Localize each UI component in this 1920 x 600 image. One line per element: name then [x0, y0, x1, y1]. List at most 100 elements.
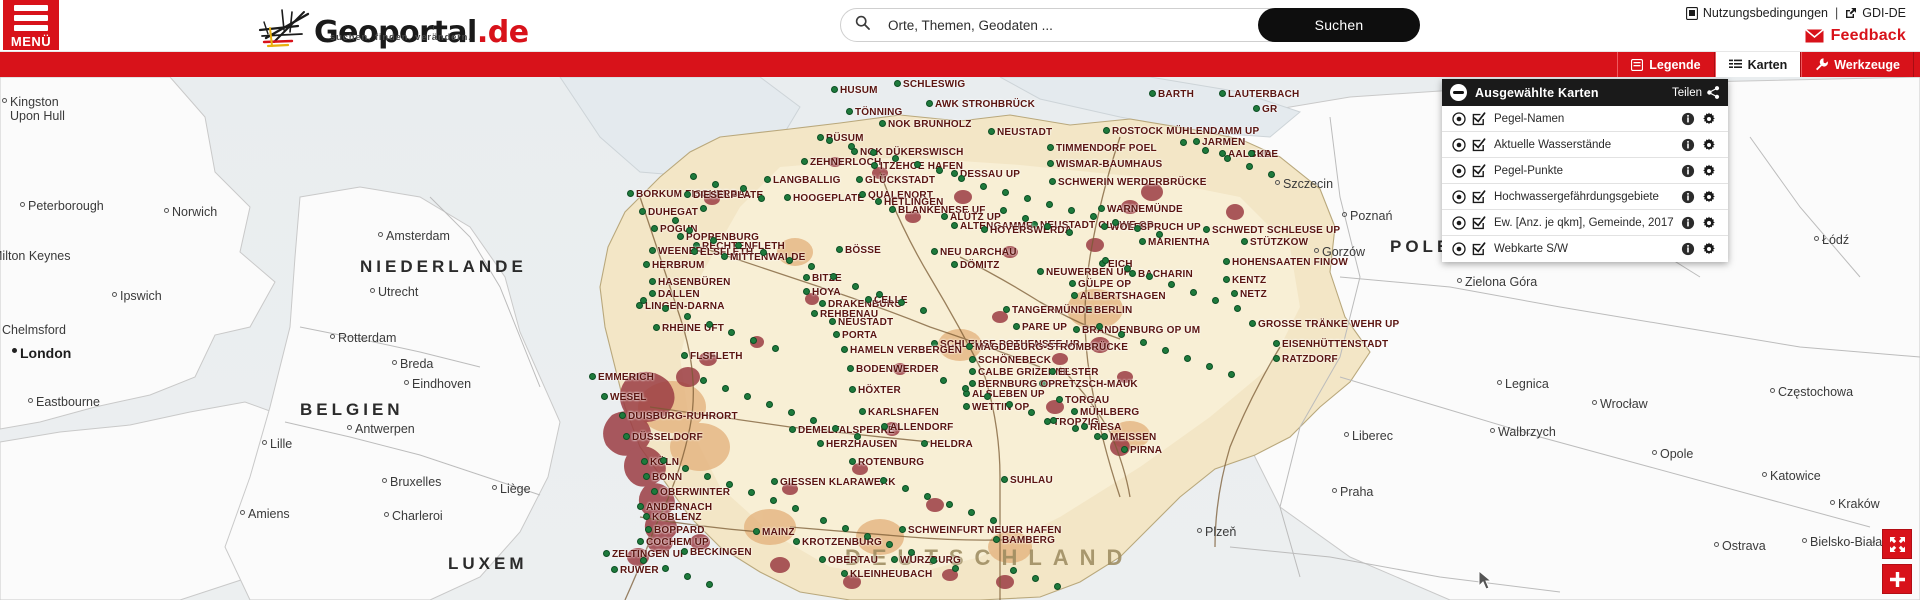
- layer-row[interactable]: Hochwassergefährdungsgebiete: [1442, 184, 1728, 210]
- gauge-marker[interactable]: [951, 261, 958, 268]
- gauge-marker[interactable]: [1246, 163, 1253, 170]
- gauge-marker[interactable]: [1273, 355, 1280, 362]
- gauge-marker[interactable]: [691, 248, 698, 255]
- gauge-marker[interactable]: [908, 549, 915, 556]
- gauge-marker[interactable]: [898, 299, 905, 306]
- gauge-marker[interactable]: [1047, 144, 1054, 151]
- search-field[interactable]: [840, 8, 1295, 42]
- gauge-marker[interactable]: [1090, 213, 1097, 220]
- gauge-marker[interactable]: [760, 249, 767, 256]
- gauge-marker[interactable]: [710, 237, 717, 244]
- gauge-marker[interactable]: [704, 473, 711, 480]
- gauge-marker[interactable]: [682, 465, 689, 472]
- gauge-marker[interactable]: [1050, 417, 1057, 424]
- gauge-marker[interactable]: [881, 423, 888, 430]
- gauge-marker[interactable]: [921, 440, 928, 447]
- gauge-marker[interactable]: [980, 183, 987, 190]
- gauge-marker[interactable]: [946, 501, 953, 508]
- gauge-marker[interactable]: [627, 190, 634, 197]
- gauge-marker[interactable]: [1121, 446, 1128, 453]
- gauge-marker[interactable]: [1140, 339, 1147, 346]
- gauge-marker[interactable]: [753, 528, 760, 535]
- gauge-marker[interactable]: [1072, 425, 1079, 432]
- gauge-marker[interactable]: [1224, 155, 1231, 162]
- gauge-marker[interactable]: [988, 128, 995, 135]
- gauge-marker[interactable]: [649, 290, 656, 297]
- gauge-marker[interactable]: [1139, 238, 1146, 245]
- gauge-marker[interactable]: [902, 485, 909, 492]
- gauge-marker[interactable]: [1024, 195, 1031, 202]
- gauge-marker[interactable]: [1068, 207, 1075, 214]
- gauge-marker[interactable]: [681, 352, 688, 359]
- gauge-marker[interactable]: [623, 433, 630, 440]
- gauge-marker[interactable]: [1248, 150, 1255, 157]
- zoom-in-button[interactable]: [1882, 564, 1912, 594]
- layer-row[interactable]: Ew. [Anz. je qkm], Gemeinde, 2017: [1442, 210, 1728, 236]
- gauge-marker[interactable]: [981, 226, 988, 233]
- layer-row[interactable]: Aktuelle Wasserstände: [1442, 132, 1728, 158]
- gauge-marker[interactable]: [817, 134, 824, 141]
- gauge-marker[interactable]: [836, 246, 843, 253]
- gauge-marker[interactable]: [1031, 221, 1038, 228]
- gauge-marker[interactable]: [786, 257, 793, 264]
- gauge-marker[interactable]: [1112, 219, 1119, 226]
- gauge-marker[interactable]: [1234, 305, 1241, 312]
- gauge-marker[interactable]: [1223, 258, 1230, 265]
- gauge-marker[interactable]: [772, 345, 779, 352]
- gauge-marker[interactable]: [811, 310, 818, 317]
- gauge-marker[interactable]: [764, 176, 771, 183]
- gauge-marker[interactable]: [1049, 368, 1056, 375]
- info-circle-icon[interactable]: [1678, 242, 1698, 256]
- gauge-marker[interactable]: [1212, 297, 1219, 304]
- gauge-marker[interactable]: [1098, 205, 1105, 212]
- info-circle-icon[interactable]: [1678, 112, 1698, 126]
- eye-icon[interactable]: [1450, 242, 1468, 256]
- gauge-marker[interactable]: [601, 393, 608, 400]
- layer-row[interactable]: Pegel-Punkte: [1442, 158, 1728, 184]
- gauge-marker[interactable]: [1134, 225, 1141, 232]
- gauge-marker[interactable]: [803, 288, 810, 295]
- gauge-marker[interactable]: [744, 393, 751, 400]
- gauge-marker[interactable]: [849, 458, 856, 465]
- gauge-marker[interactable]: [1228, 371, 1235, 378]
- gauge-marker[interactable]: [969, 380, 976, 387]
- info-circle-icon[interactable]: [1678, 216, 1698, 230]
- gauge-marker[interactable]: [848, 143, 855, 150]
- gauge-marker[interactable]: [640, 297, 647, 304]
- gdi-de-link[interactable]: GDI-DE: [1845, 6, 1906, 20]
- menu-button[interactable]: MENÜ: [3, 0, 59, 50]
- gauge-marker[interactable]: [1168, 281, 1175, 288]
- gauge-marker[interactable]: [735, 242, 742, 249]
- gauge-marker[interactable]: [645, 526, 652, 533]
- gauge-marker[interactable]: [653, 324, 660, 331]
- gauge-marker[interactable]: [880, 477, 887, 484]
- gauge-marker[interactable]: [1249, 320, 1256, 327]
- info-circle-icon[interactable]: [1678, 164, 1698, 178]
- gauge-marker[interactable]: [640, 557, 647, 564]
- gauge-marker[interactable]: [832, 425, 839, 432]
- gauge-marker[interactable]: [1124, 265, 1131, 272]
- gauge-marker[interactable]: [637, 538, 644, 545]
- gauge-marker[interactable]: [1273, 340, 1280, 347]
- gauge-marker[interactable]: [681, 548, 688, 555]
- gauge-marker[interactable]: [603, 550, 610, 557]
- search-input[interactable]: [886, 10, 1294, 40]
- gauge-marker[interactable]: [854, 433, 861, 440]
- gauge-marker[interactable]: [856, 176, 863, 183]
- gauge-marker[interactable]: [871, 162, 878, 169]
- gauge-marker[interactable]: [889, 206, 896, 213]
- gauge-marker[interactable]: [1049, 178, 1056, 185]
- gear-icon[interactable]: [1698, 190, 1720, 204]
- gauge-marker[interactable]: [662, 565, 669, 572]
- gauge-marker[interactable]: [639, 208, 646, 215]
- gauge-marker[interactable]: [1044, 223, 1051, 230]
- gear-icon[interactable]: [1698, 216, 1720, 230]
- gauge-marker[interactable]: [1003, 306, 1010, 313]
- layer-row[interactable]: Pegel-Namen: [1442, 106, 1728, 132]
- gauge-marker[interactable]: [833, 331, 840, 338]
- gauge-marker[interactable]: [926, 100, 933, 107]
- terms-link[interactable]: Nutzungsbedingungen: [1685, 6, 1828, 20]
- eye-icon[interactable]: [1450, 111, 1468, 126]
- gauge-marker[interactable]: [819, 300, 826, 307]
- gauge-marker[interactable]: [920, 307, 927, 314]
